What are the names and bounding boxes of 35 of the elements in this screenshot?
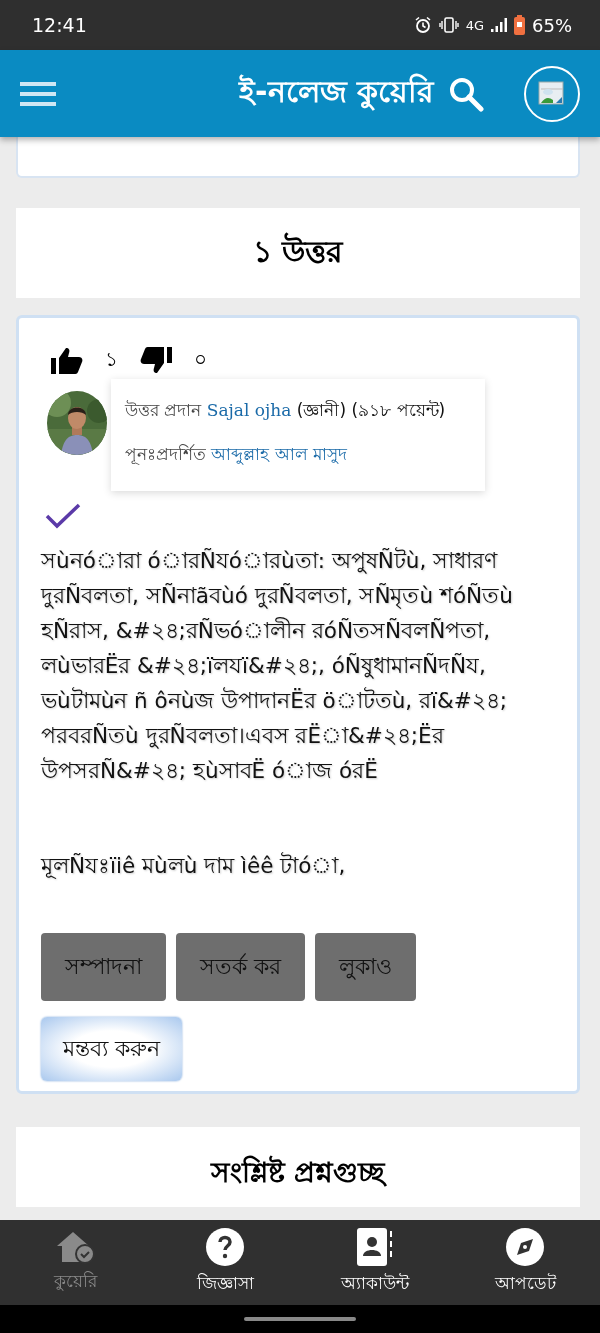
menu-icon[interactable]	[20, 80, 56, 107]
profile-button[interactable]	[524, 65, 580, 122]
network-type: 4G	[465, 17, 484, 33]
battery-level: 65%	[532, 14, 572, 36]
comment-button[interactable]: মন্তব্য করুন	[41, 1017, 182, 1081]
author-link[interactable]: Sajal ojha	[206, 400, 292, 420]
action-button[interactable]: লুকাও	[315, 933, 416, 1001]
alarm-icon	[413, 16, 432, 34]
home-icon	[55, 1229, 95, 1264]
downvote-count: ০	[194, 346, 207, 373]
signal-icon	[491, 18, 507, 32]
contact-book-icon	[357, 1227, 393, 1266]
editor-link[interactable]: আব্দুল্লাহ আল মাসুদ	[211, 444, 348, 464]
status-time: 12:41	[32, 14, 87, 36]
edited-info: পূনঃপ্রদর্শিত আব্দুল্লাহ আল মাসুদ	[125, 443, 349, 467]
battery-icon	[514, 15, 525, 35]
nav-tab[interactable]: আপডেট	[455, 1226, 595, 1299]
search-icon[interactable]	[448, 75, 484, 112]
vibrate-icon	[438, 17, 459, 33]
answer-text: সùনóারা óারÑযóারùতা: অপুষÑটù, সাধারণ দুরÑবলতা, সÑনাãবùó দুরÑবলতা, সÑমৃতù শóÑতù হÑরাস, &#২৪;রÑভóালীন রóÑতসÑবলÑপতা, লùভারËর &#২৪;ïলযï&#২৪;, óÑষুধামানÑদÑয, ভùটামùন ñ ôনùজ উপাদানËর öাটতù, রï&#২৪; পরবরÑতù দুরÑবলতা।এবস রËা&#২৪;Ëর উপসরÑ&#২৪; হùসাবË óাজ óরË	[41, 546, 514, 785]
thumbs-down-icon[interactable]	[140, 346, 172, 375]
action-button[interactable]: সম্পাদনা	[41, 933, 166, 1001]
answer-count: ১ উত্তর	[252, 231, 344, 271]
upvote-count: ১	[105, 346, 118, 373]
help-icon	[206, 1227, 244, 1266]
compass-icon	[506, 1227, 544, 1266]
nav-tab[interactable]: জিজ্ঞাসা	[155, 1226, 295, 1299]
nav-tab[interactable]: অ্যাকাউন্ট	[305, 1226, 445, 1299]
broken-image-icon	[538, 80, 566, 107]
author-info: উত্তর প্রদান Sajal ojha (জ্ঞানী) (৯১৮ পয়েন্ট)	[125, 399, 447, 422]
app-title: ই-নলেজ কুয়েরি	[239, 72, 434, 113]
section-heading: সংশ্লিষ্ট প্রশ্নগুচ্ছ	[210, 1154, 386, 1191]
action-button[interactable]: সতর্ক কর	[176, 933, 305, 1001]
answer-text: মূলÑযঃïiê মùলù দাম ìêê টাóা,	[41, 851, 347, 881]
thumbs-up-icon[interactable]	[51, 346, 83, 375]
